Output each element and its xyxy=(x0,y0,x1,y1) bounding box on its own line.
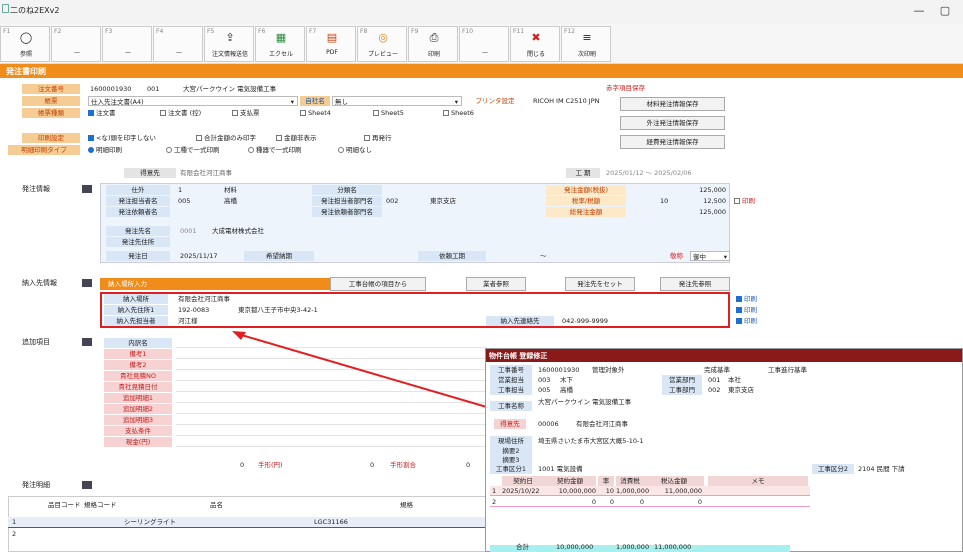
ledger-dialog: 物件台帳 登録修正 工事番号 1600001930 管理対象外 完成基準 工事進行基準営… xyxy=(485,348,963,552)
dialog-col-3: 消費税 xyxy=(616,476,644,486)
kbn2-label: 工事区分2 xyxy=(812,464,854,474)
sales-dept[interactable]: 001 xyxy=(708,375,720,385)
client-label-d: 得意先 xyxy=(494,419,526,429)
sales-label: 営業担当 xyxy=(490,375,532,385)
dialog-row-tax: 1,000,000 xyxy=(616,487,650,495)
client-name-d[interactable]: 有限会社河江商事 xyxy=(576,419,628,429)
dialog-sum-total: 11,000,000 xyxy=(654,543,692,551)
dialog-row-no: 2 xyxy=(492,498,497,506)
sales-name[interactable]: 木下 xyxy=(560,375,573,385)
dialog-col-4: 税込金額 xyxy=(644,476,704,486)
site-name[interactable]: 高橋 xyxy=(560,385,573,395)
dialog-row-amount: 0 xyxy=(591,498,596,506)
dialog-row-date: 2025/10/22 xyxy=(502,487,540,495)
site-label: 工事担当 xyxy=(490,385,532,395)
dialog-col-0: 契約日 xyxy=(502,476,544,486)
managed-label[interactable]: 管理対象外 xyxy=(592,365,625,375)
dialog-row-total: 11,000,000 xyxy=(664,487,702,495)
kbn1[interactable]: 1001 電気設備 xyxy=(538,464,583,474)
dialog-row-rate: 10 xyxy=(605,487,614,495)
koji-no-label: 工事番号 xyxy=(490,365,532,375)
site-dept[interactable]: 002 xyxy=(708,385,720,395)
sales-code[interactable]: 003 xyxy=(538,375,550,385)
dialog-col-5: メモ xyxy=(708,476,808,486)
dialog-col-2: 率 xyxy=(598,476,614,486)
site-addr[interactable]: 埼玉県さいたま市大宮区大概5-10-1 xyxy=(538,436,644,446)
site-code[interactable]: 005 xyxy=(538,385,550,395)
dialog-sum-label: 合計 xyxy=(516,543,529,551)
site-dept-label: 工事部門 xyxy=(662,385,702,395)
sales-dept-label: 営業部門 xyxy=(662,375,702,385)
progress-label[interactable]: 工事進行基準 xyxy=(768,365,807,375)
dialog-sum-amount: 10,000,000 xyxy=(556,543,594,551)
dialog-row-rate: 0 xyxy=(609,498,614,506)
kbn2[interactable]: 2104 民間 下請 xyxy=(858,464,905,474)
dialog-row-total: 0 xyxy=(697,498,702,506)
kbn1-label: 工事区分1 xyxy=(490,464,532,474)
done-label[interactable]: 完成基準 xyxy=(704,365,730,375)
kname-label: 工事名称 xyxy=(490,401,532,411)
dialog-title: 物件台帳 登録修正 xyxy=(486,349,962,362)
dialog-row-amount: 10,000,000 xyxy=(558,487,596,495)
dialog-row-no: 1 xyxy=(492,487,497,495)
sales-dept-name[interactable]: 本社 xyxy=(728,375,741,385)
site-dept-name[interactable]: 東京支店 xyxy=(728,385,754,395)
koji-no[interactable]: 1600001930 xyxy=(538,365,579,375)
site-addr-label: 現場住所 xyxy=(490,436,532,446)
kname[interactable]: 大宮パークウイン 電気設備工事 xyxy=(538,397,631,407)
dialog-row-tax: 0 xyxy=(639,498,644,506)
dialog-col-1: 契約金額 xyxy=(544,476,596,486)
dialog-sum-tax: 1,000,000 xyxy=(616,543,650,551)
client-code-d[interactable]: 00006 xyxy=(538,419,559,429)
